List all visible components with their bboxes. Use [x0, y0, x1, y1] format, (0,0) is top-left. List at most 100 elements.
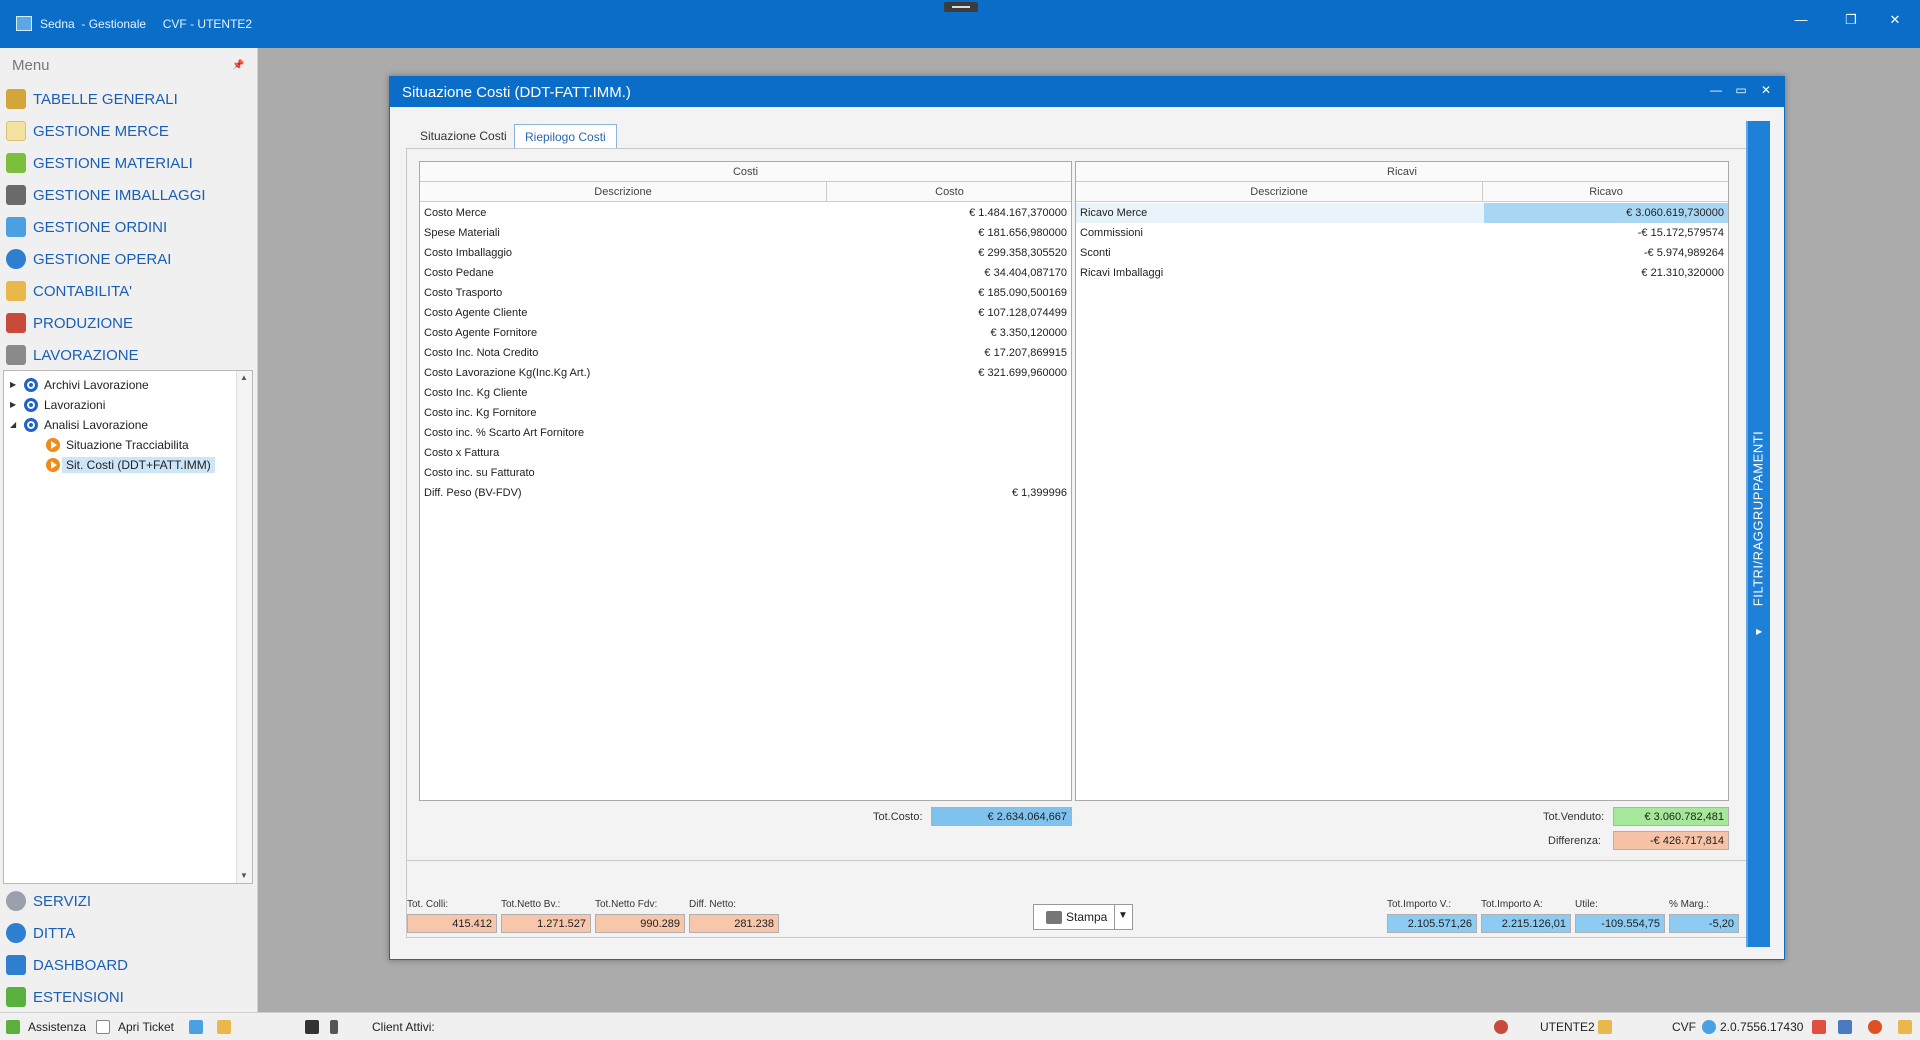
accounting-icon	[6, 281, 26, 301]
scroll-up-icon[interactable]: ▲	[240, 373, 248, 382]
table-row[interactable]: Costo Inc. Nota Credito € 17.207,869915	[420, 343, 1071, 363]
costi-col-costo[interactable]: Costo	[828, 182, 1071, 202]
table-row[interactable]: Costo Agente Fornitore € 3.350,120000	[420, 323, 1071, 343]
tree-item-situazione-tracciabilita[interactable]: Situazione Tracciabilita	[46, 435, 189, 454]
sidebar-item-servizi[interactable]: SERVIZI	[6, 888, 254, 914]
tree-item-lavorazioni[interactable]: ▶ Lavorazioni	[10, 395, 105, 414]
table-row[interactable]: Costo Lavorazione Kg(Inc.Kg Art.) € 321.6…	[420, 363, 1071, 383]
sidebar-item-estensioni[interactable]: ESTENSIONI	[6, 984, 254, 1010]
sidebar-item-gestione-imballaggi[interactable]: GESTIONE IMBALLAGGI	[6, 182, 254, 208]
costi-col-descrizione[interactable]: Descrizione	[420, 182, 827, 202]
calendar-icon[interactable]	[1812, 1020, 1826, 1034]
costi-column-headers: Descrizione Costo	[420, 182, 1071, 202]
scroll-down-icon[interactable]: ▼	[240, 871, 248, 880]
dialog-minimize-button[interactable]: —	[1708, 83, 1724, 97]
tree-item-archivi-lavorazione[interactable]: ▶ Archivi Lavorazione	[10, 375, 149, 394]
tab-situazione-costi[interactable]: Situazione Costi	[410, 124, 517, 148]
table-row[interactable]: Ricavi Imballaggi € 21.310,320000	[1076, 263, 1728, 283]
grid-icon[interactable]	[1838, 1020, 1852, 1034]
menu-title: Menu	[12, 57, 50, 74]
sidebar-item-gestione-materiali[interactable]: GESTIONE MATERIALI	[6, 150, 254, 176]
current-user: UTENTE2	[1540, 1020, 1595, 1034]
qr-code-icon[interactable]	[305, 1020, 319, 1034]
orders-icon	[6, 217, 26, 237]
tables-quick-icon[interactable]	[189, 1020, 203, 1034]
bug-icon[interactable]	[1868, 1020, 1882, 1034]
marg-label: % Marg.:	[1669, 899, 1710, 910]
restore-button[interactable]: ❐	[1836, 10, 1866, 30]
table-row[interactable]: Ricavo Merce € 3.060.619,730000	[1076, 203, 1728, 223]
minimize-button[interactable]: —	[1786, 10, 1816, 30]
table-row[interactable]: Costo inc. Kg Fornitore	[420, 403, 1071, 423]
info-icon	[6, 923, 26, 943]
expand-icon[interactable]: ▶	[10, 380, 24, 389]
tree-item-sit-costi[interactable]: Sit. Costi (DDT+FATT.IMM)	[46, 455, 215, 474]
production-icon	[6, 313, 26, 333]
tree-scrollbar[interactable]: ▲ ▼	[236, 371, 252, 883]
mobile-icon[interactable]	[330, 1020, 338, 1034]
row-description: Costo inc. su Fatturato	[424, 467, 535, 479]
sidebar-item-gestione-ordini[interactable]: GESTIONE ORDINI	[6, 214, 254, 240]
ricavi-column-headers: Descrizione Ricavo	[1076, 182, 1728, 202]
table-row[interactable]: Commissioni -€ 15.172,579574	[1076, 223, 1728, 243]
dialog-maximize-button[interactable]: ▭	[1733, 83, 1749, 97]
sidebar-item-produzione[interactable]: PRODUZIONE	[6, 310, 254, 336]
packaging-icon	[6, 185, 26, 205]
ricavi-col-descrizione[interactable]: Descrizione	[1076, 182, 1483, 202]
table-row[interactable]: Costo Pedane € 34.404,087170	[420, 263, 1071, 283]
sidebar-item-ditta[interactable]: DITTA	[6, 920, 254, 946]
sidebar-item-gestione-merce[interactable]: GESTIONE MERCE	[6, 118, 254, 144]
dashboard-icon	[6, 955, 26, 975]
folder-icon[interactable]	[217, 1020, 231, 1034]
expand-panel-icon[interactable]: ▶	[1756, 627, 1762, 636]
assistenza-link[interactable]: Assistenza	[28, 1020, 86, 1034]
filtri-raggruppamenti-panel[interactable]: FILTRI/RAGGRUPPAMENTI ▶	[1746, 121, 1770, 947]
ticket-icon	[96, 1020, 110, 1034]
row-description: Costo Pedane	[424, 267, 494, 279]
sidebar-item-label: SERVIZI	[33, 892, 92, 910]
sidebar-item-contabilita[interactable]: CONTABILITA'	[6, 278, 254, 304]
window-drag-handle[interactable]	[944, 2, 978, 12]
row-value: € 1,399996	[1011, 487, 1067, 499]
expand-icon[interactable]: ▶	[10, 400, 24, 409]
close-button[interactable]: ✕	[1880, 10, 1910, 30]
table-row[interactable]: Costo Merce € 1.484.167,370000	[420, 203, 1071, 223]
table-row[interactable]: Costo Inc. Kg Cliente	[420, 383, 1071, 403]
dropdown-arrow-icon[interactable]: ▼	[1118, 910, 1128, 921]
diff-netto-value: 281.238	[689, 914, 779, 933]
row-value: € 3.060.619,730000	[1484, 203, 1728, 223]
folder-node-icon	[24, 397, 38, 412]
tree-item-analisi-lavorazione[interactable]: ◢ Analisi Lavorazione	[10, 415, 148, 434]
ricavi-col-ricavo[interactable]: Ricavo	[1484, 182, 1728, 202]
tab-riepilogo-costi[interactable]: Riepilogo Costi	[514, 124, 617, 148]
stampa-button[interactable]: Stampa ▼	[1033, 904, 1133, 930]
table-row[interactable]: Costo Agente Cliente € 107.128,074499	[420, 303, 1071, 323]
table-row[interactable]: Costo inc. % Scarto Art Fornitore	[420, 423, 1071, 443]
collapse-icon[interactable]: ◢	[10, 420, 24, 429]
table-row[interactable]: Spese Materiali € 181.656,980000	[420, 223, 1071, 243]
table-row[interactable]: Sconti -€ 5.974,989264	[1076, 243, 1728, 263]
table-row[interactable]: Costo Imballaggio € 299.358,305520	[420, 243, 1071, 263]
chat-icon[interactable]	[1898, 1020, 1912, 1034]
tree-item-label: Lavorazioni	[44, 397, 106, 412]
sidebar-item-label: GESTIONE IMBALLAGGI	[33, 186, 206, 204]
table-row[interactable]: Costo x Fattura	[420, 443, 1071, 463]
sidebar-item-tabelle-generali[interactable]: TABELLE GENERALI	[6, 86, 254, 112]
apri-ticket-link[interactable]: Apri Ticket	[118, 1020, 174, 1034]
row-value: € 34.404,087170	[984, 267, 1067, 279]
tree-item-label: Analisi Lavorazione	[44, 417, 149, 432]
sidebar-item-gestione-operai[interactable]: GESTIONE OPERAI	[6, 246, 254, 272]
tot-netto-fdv-label: Tot.Netto Fdv:	[595, 899, 658, 910]
table-row[interactable]: Costo Trasporto € 185.090,500169	[420, 283, 1071, 303]
printer-icon	[1046, 911, 1062, 924]
table-row[interactable]: Diff. Peso (BV-FDV) € 1,399996	[420, 483, 1071, 503]
sidebar-item-dashboard[interactable]: DASHBOARD	[6, 952, 254, 978]
pin-icon[interactable]: 📌	[232, 60, 244, 71]
dialog-close-button[interactable]: ✕	[1758, 83, 1774, 97]
stampa-label: Stampa	[1066, 910, 1108, 924]
sidebar-item-lavorazione[interactable]: LAVORAZIONE	[6, 342, 254, 368]
row-value: € 299.358,305520	[978, 247, 1067, 259]
tot-netto-bv-label: Tot.Netto Bv.:	[501, 899, 561, 910]
play-node-icon	[46, 457, 60, 472]
table-row[interactable]: Costo inc. su Fatturato	[420, 463, 1071, 483]
